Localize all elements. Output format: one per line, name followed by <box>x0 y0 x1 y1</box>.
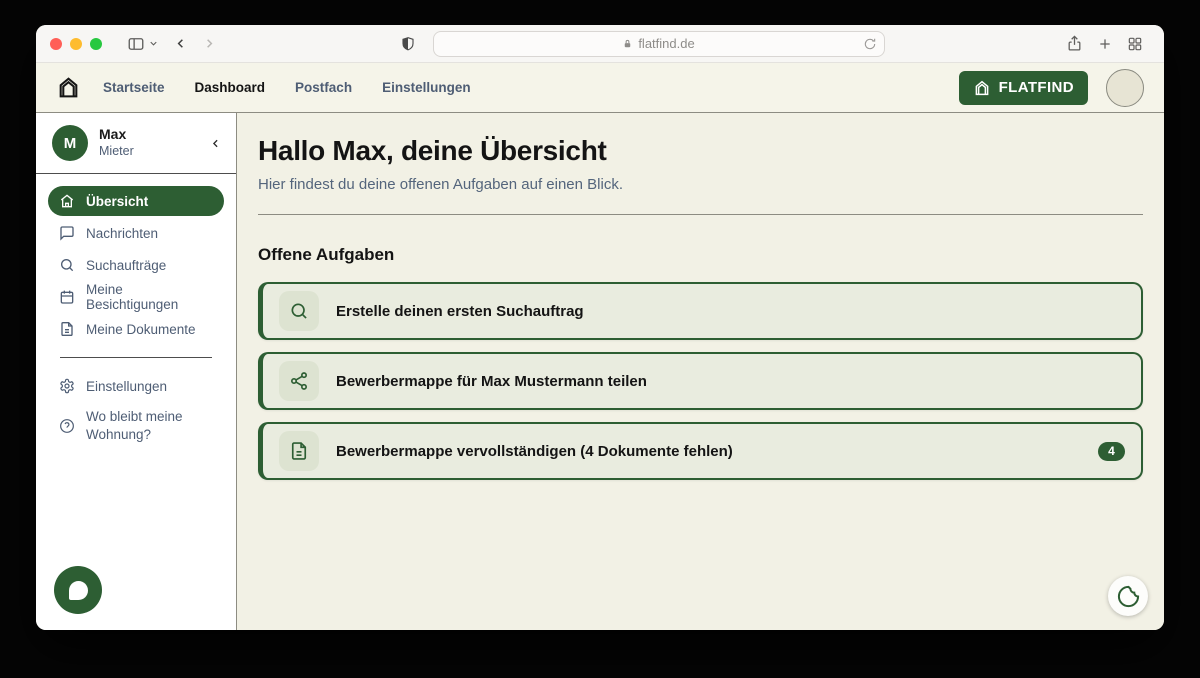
sidebar-item-nachrichten[interactable]: Nachrichten <box>48 218 224 248</box>
sidebar-collapse-icon[interactable] <box>209 137 222 150</box>
sidebar-item-label: Nachrichten <box>86 226 158 241</box>
nav-postfach[interactable]: Postfach <box>295 80 352 95</box>
main-nav: Startseite Dashboard Postfach Einstellun… <box>103 80 471 95</box>
main-panel: Hallo Max, deine Übersicht Hier findest … <box>237 113 1164 630</box>
cookie-settings-button[interactable] <box>1108 576 1148 616</box>
close-window-button[interactable] <box>50 38 62 50</box>
main-divider <box>258 214 1143 215</box>
search-icon <box>59 257 75 273</box>
reload-icon[interactable] <box>863 37 877 51</box>
traffic-lights <box>50 38 102 50</box>
nav-einstellungen[interactable]: Einstellungen <box>382 80 471 95</box>
task-card-mappe-teilen[interactable]: Bewerbermappe für Max Mustermann teilen <box>258 352 1143 410</box>
share-page-icon[interactable] <box>1066 35 1083 52</box>
sidebar-user-card: M Max Mieter <box>36 113 236 174</box>
site-header: Startseite Dashboard Postfach Einstellun… <box>36 63 1164 113</box>
user-meta: Max Mieter <box>99 126 134 159</box>
home-icon <box>59 193 75 209</box>
new-tab-icon[interactable] <box>1097 36 1113 52</box>
forward-button[interactable] <box>202 36 217 51</box>
user-role: Mieter <box>99 144 134 160</box>
back-button[interactable] <box>173 36 188 51</box>
chevron-down-icon[interactable] <box>148 38 159 49</box>
gear-icon <box>59 378 75 394</box>
user-name: Max <box>99 126 134 144</box>
sidebar-divider <box>60 357 212 358</box>
flatfind-brand-button[interactable]: FLATFIND <box>959 71 1088 105</box>
nav-dashboard[interactable]: Dashboard <box>195 80 266 95</box>
document-icon <box>279 431 319 471</box>
lock-icon <box>622 38 633 50</box>
task-label: Erstelle deinen ersten Suchauftrag <box>336 303 584 320</box>
task-card-mappe-vervollstaendigen[interactable]: Bewerbermappe vervollständigen (4 Dokume… <box>258 422 1143 480</box>
sidebar-item-label: Meine Besichtigungen <box>86 282 213 312</box>
toolbar-right <box>1059 35 1150 52</box>
help-icon <box>59 418 75 434</box>
section-title: Offene Aufgaben <box>258 245 1143 265</box>
sidebar: M Max Mieter Übersicht <box>36 113 237 630</box>
user-avatar[interactable] <box>1106 69 1144 107</box>
header-right: FLATFIND <box>959 69 1144 107</box>
sidebar-item-suchauftraege[interactable]: Suchaufträge <box>48 250 224 280</box>
toolbar-center: flatfind.de <box>224 31 1053 57</box>
chat-bubble-icon <box>69 581 88 600</box>
missing-documents-badge: 4 <box>1098 442 1125 461</box>
minimize-window-button[interactable] <box>70 38 82 50</box>
sidebar-item-label: Einstellungen <box>86 379 167 394</box>
tab-overview-icon[interactable] <box>1127 36 1143 52</box>
browser-window: flatfind.de Startseite Dashboard <box>36 25 1164 630</box>
chat-launcher-button[interactable] <box>54 566 102 614</box>
task-label: Bewerbermappe für Max Mustermann teilen <box>336 373 647 390</box>
sidebar-item-label: Suchaufträge <box>86 258 166 273</box>
content-row: M Max Mieter Übersicht <box>36 113 1164 630</box>
page-subtitle: Hier findest du deine offenen Aufgaben a… <box>258 176 1143 193</box>
calendar-icon <box>59 289 75 305</box>
page-title: Hallo Max, deine Übersicht <box>258 135 1143 167</box>
sidebar-item-label: Meine Dokumente <box>86 322 196 337</box>
message-icon <box>59 225 75 241</box>
sidebar-item-uebersicht[interactable]: Übersicht <box>48 186 224 216</box>
cookie-icon <box>1117 585 1140 608</box>
privacy-shield-icon[interactable] <box>400 36 416 52</box>
brand-label: FLATFIND <box>999 79 1074 96</box>
url-text: flatfind.de <box>638 36 694 51</box>
sidebar-item-label: Wo bleibt meine Wohnung? <box>86 408 208 444</box>
zoom-window-button[interactable] <box>90 38 102 50</box>
brand-house-icon <box>973 79 991 97</box>
sidebar-item-besichtigungen[interactable]: Meine Besichtigungen <box>48 282 224 312</box>
task-card-suchauftrag[interactable]: Erstelle deinen ersten Suchauftrag <box>258 282 1143 340</box>
browser-toolbar: flatfind.de <box>36 25 1164 63</box>
home-logo-icon[interactable] <box>56 75 81 100</box>
nav-startseite[interactable]: Startseite <box>103 80 165 95</box>
sidebar-item-einstellungen[interactable]: Einstellungen <box>48 371 224 401</box>
sidebar-item-dokumente[interactable]: Meine Dokumente <box>48 314 224 344</box>
sidebar-toggle-icon[interactable] <box>127 35 145 53</box>
user-initial-avatar: M <box>52 125 88 161</box>
document-icon <box>59 321 75 337</box>
sidebar-menu: Übersicht Nachrichten Suchaufträge <box>36 174 236 451</box>
sidebar-item-wo-bleibt-meine-wohnung[interactable]: Wo bleibt meine Wohnung? <box>48 403 224 449</box>
sidebar-item-label: Übersicht <box>86 194 148 209</box>
share-icon <box>279 361 319 401</box>
search-icon <box>279 291 319 331</box>
task-label: Bewerbermappe vervollständigen (4 Dokume… <box>336 443 733 460</box>
address-bar[interactable]: flatfind.de <box>433 31 885 57</box>
